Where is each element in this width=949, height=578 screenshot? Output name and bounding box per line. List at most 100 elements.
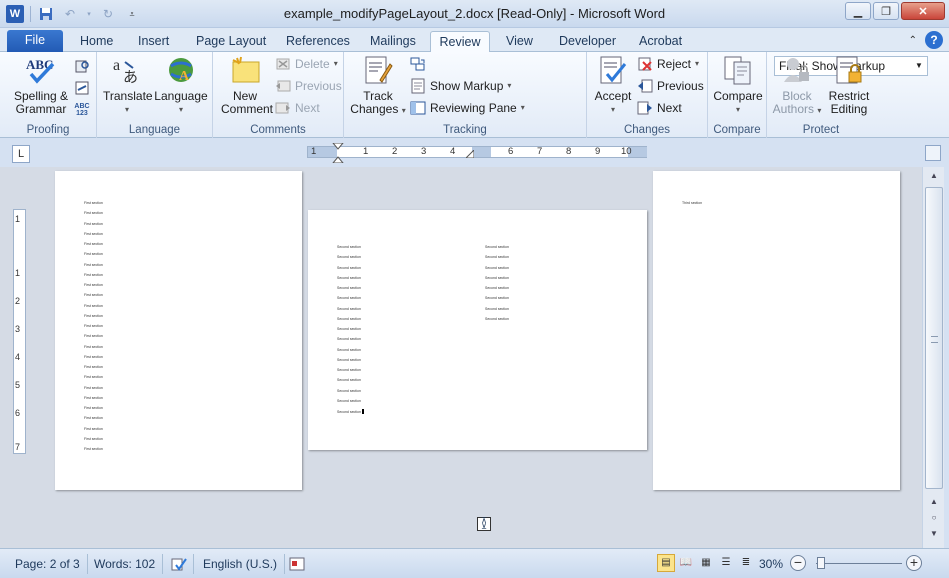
language-button[interactable]: A Language ▾ [153, 54, 209, 116]
document-text-line[interactable]: Second section [337, 245, 361, 249]
scroll-up-icon[interactable]: ▲ [926, 169, 942, 183]
document-text-line[interactable]: Second section [337, 317, 361, 321]
document-text-line[interactable]: First section [84, 396, 103, 400]
document-text-line[interactable]: First section [84, 222, 103, 226]
reject-button[interactable]: Reject ▾ [637, 54, 699, 74]
web-layout-icon[interactable]: ▦ [697, 554, 715, 572]
zoom-in-icon[interactable]: + [906, 555, 922, 571]
document-text-line[interactable]: Second section [485, 245, 509, 249]
document-text-line[interactable]: Second section [337, 307, 361, 311]
document-text-line[interactable]: Second section [337, 255, 361, 259]
help-icon[interactable]: ? [925, 31, 943, 49]
spelling-grammar-button[interactable]: ABC Spelling & Grammar [10, 54, 72, 116]
compare-button[interactable]: Compare ▾ [712, 54, 764, 116]
document-text-line[interactable]: Second section [485, 255, 509, 259]
document-text-line[interactable]: First section [84, 375, 103, 379]
tab-review[interactable]: Review [430, 31, 490, 54]
vertical-scrollbar[interactable]: ▲ ▲ ○ ▼ [922, 167, 944, 548]
document-text-line[interactable]: Second section [485, 276, 509, 280]
document-text-line[interactable]: Second section [485, 296, 509, 300]
document-text-line[interactable]: Third section [682, 201, 702, 205]
document-text-line[interactable]: Second section [337, 358, 361, 362]
document-text-line[interactable]: Second section [485, 286, 509, 290]
tab-mailings[interactable]: Mailings [362, 31, 424, 53]
horizontal-ruler[interactable]: 1 1 2 3 4 6 7 8 9 10 [307, 143, 647, 163]
translate-button[interactable]: aあ Translate ▾ [103, 54, 153, 116]
new-comment-button[interactable]: New Comment [221, 54, 273, 116]
tab-page-layout[interactable]: Page Layout [188, 31, 274, 53]
outline-icon[interactable]: ☰ [717, 554, 735, 572]
document-text-line[interactable]: Second section [337, 409, 364, 414]
minimize-ribbon-icon[interactable]: ⌃ [909, 35, 917, 46]
scroll-up-icon[interactable]: ▲ [926, 495, 942, 509]
maximize-button[interactable]: ❐ [873, 2, 899, 20]
tab-references[interactable]: References [278, 31, 358, 53]
close-button[interactable]: ✕ [901, 2, 945, 20]
document-page-1[interactable]: First section First section First section F… [55, 171, 302, 490]
scrollbar-thumb[interactable] [925, 187, 943, 489]
split-handle-icon[interactable]: ⊼ ⊻ [477, 517, 491, 531]
zoom-out-icon[interactable]: − [790, 555, 806, 571]
tab-developer[interactable]: Developer [551, 31, 624, 53]
previous-comment-button[interactable]: Previous [275, 76, 342, 96]
document-page-3[interactable]: Third section [653, 171, 900, 490]
next-change-button[interactable]: Next [637, 98, 682, 118]
minimize-button[interactable]: ▁ [845, 2, 871, 20]
document-text-line[interactable]: Second section [485, 307, 509, 311]
zoom-slider-thumb[interactable] [817, 557, 825, 569]
document-text-line[interactable]: Second section [337, 348, 361, 352]
restrict-editing-button[interactable]: Restrict Editing [823, 54, 875, 116]
document-text-line[interactable]: First section [84, 334, 103, 338]
track-changes-button[interactable]: Track Changes ▾ [350, 54, 406, 117]
tab-home[interactable]: Home [72, 31, 121, 53]
accept-button[interactable]: Accept ▾ [593, 54, 633, 116]
document-text-line[interactable]: First section [84, 232, 103, 236]
delete-comment-button[interactable]: Delete ▾ [275, 54, 338, 74]
word-count-button[interactable]: ABC 123 [74, 100, 90, 120]
document-text-line[interactable]: Second section [337, 368, 361, 372]
document-text-line[interactable]: Second section [337, 286, 361, 290]
document-page-2[interactable]: Second section Second section Second secti… [308, 210, 647, 450]
document-text-line[interactable]: First section [84, 324, 103, 328]
zoom-level[interactable]: 30% [759, 554, 783, 574]
language-status[interactable]: English (U.S.) [196, 554, 286, 574]
document-text-line[interactable]: First section [84, 427, 103, 431]
page-number-status[interactable]: Page: 2 of 3 [8, 554, 88, 574]
block-authors-button[interactable]: Block Authors ▾ [771, 54, 823, 117]
document-text-line[interactable]: First section [84, 416, 103, 420]
document-text-line[interactable]: First section [84, 355, 103, 359]
document-text-line[interactable]: First section [84, 406, 103, 410]
indent-marker-icon[interactable] [332, 143, 344, 163]
show-markup-button[interactable]: Show Markup ▾ [410, 76, 511, 96]
tab-selector[interactable]: L [12, 145, 30, 163]
document-text-line[interactable]: Second section [337, 266, 361, 270]
document-text-line[interactable]: Second section [337, 389, 361, 393]
scroll-down-icon[interactable]: ▼ [926, 527, 942, 541]
tab-insert[interactable]: Insert [130, 31, 177, 53]
document-text-line[interactable]: First section [84, 447, 103, 451]
document-workspace[interactable]: 1 1 2 3 4 5 6 7 First section First secti… [0, 167, 922, 548]
document-text-line[interactable]: First section [84, 437, 103, 441]
zoom-slider[interactable] [816, 563, 902, 564]
previous-change-button[interactable]: Previous [637, 76, 704, 96]
next-comment-button[interactable]: Next [275, 98, 320, 118]
document-text-line[interactable]: First section [84, 263, 103, 267]
tab-acrobat[interactable]: Acrobat [631, 31, 690, 53]
document-text-line[interactable]: First section [84, 211, 103, 215]
document-text-line[interactable]: First section [84, 283, 103, 287]
document-text-line[interactable]: First section [84, 345, 103, 349]
document-text-line[interactable]: First section [84, 365, 103, 369]
browse-object-icon[interactable]: ○ [926, 511, 942, 525]
document-text-line[interactable]: Second section [337, 276, 361, 280]
document-text-line[interactable]: Second section [337, 327, 361, 331]
view-ruler-icon[interactable] [925, 145, 941, 161]
document-text-line[interactable]: First section [84, 386, 103, 390]
document-text-line[interactable]: First section [84, 293, 103, 297]
document-text-line[interactable]: First section [84, 201, 103, 205]
document-text-line[interactable]: First section [84, 314, 103, 318]
word-count-status[interactable]: Words: 102 [87, 554, 164, 574]
document-text-line[interactable]: First section [84, 242, 103, 246]
document-text-line[interactable]: Second section [337, 296, 361, 300]
proofing-status-icon[interactable] [164, 554, 194, 574]
document-text-line[interactable]: Second section [337, 337, 361, 341]
